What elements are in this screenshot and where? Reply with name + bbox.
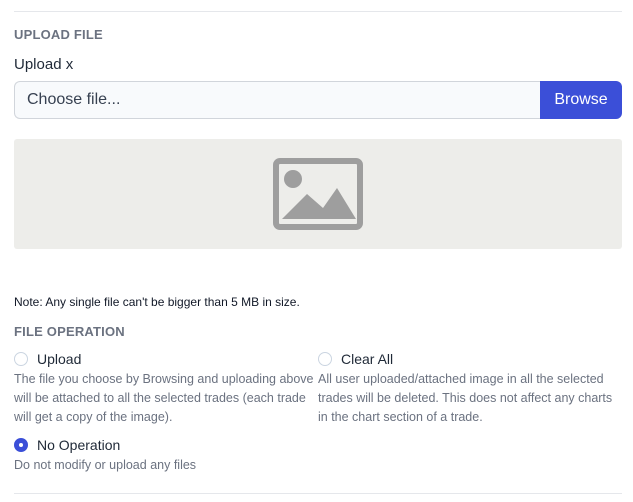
no-operation-radio[interactable] <box>14 438 28 452</box>
radio-option-upload[interactable]: Upload <box>14 351 81 367</box>
upload-radio[interactable] <box>14 352 28 366</box>
upload-description: The file you choose by Browsing and uplo… <box>14 372 314 424</box>
bottom-divider <box>14 493 622 494</box>
top-divider <box>14 11 622 12</box>
browse-button[interactable]: Browse <box>540 81 622 119</box>
file-input-group[interactable]: Choose file... Browse <box>14 81 622 119</box>
clear-all-description: All user uploaded/attached image in all … <box>318 372 613 424</box>
no-operation-description: Do not modify or upload any files <box>14 458 197 472</box>
upload-radio-label: Upload <box>37 351 82 367</box>
clear-all-radio-label: Clear All <box>341 351 394 367</box>
no-operation-radio-label: No Operation <box>37 437 121 453</box>
file-size-note: Note: Any single file can't be bigger th… <box>14 295 300 309</box>
radio-option-no-operation[interactable]: No Operation <box>14 437 120 453</box>
image-placeholder-icon <box>273 158 363 230</box>
file-operation-heading: FILE OPERATION <box>14 324 125 339</box>
upload-field-label: Upload x <box>14 56 74 73</box>
image-preview <box>14 139 622 249</box>
upload-file-heading: UPLOAD FILE <box>14 27 103 42</box>
clear-all-radio[interactable] <box>318 352 332 366</box>
radio-option-clear-all[interactable]: Clear All <box>318 351 393 367</box>
file-input[interactable]: Choose file... <box>14 81 540 119</box>
